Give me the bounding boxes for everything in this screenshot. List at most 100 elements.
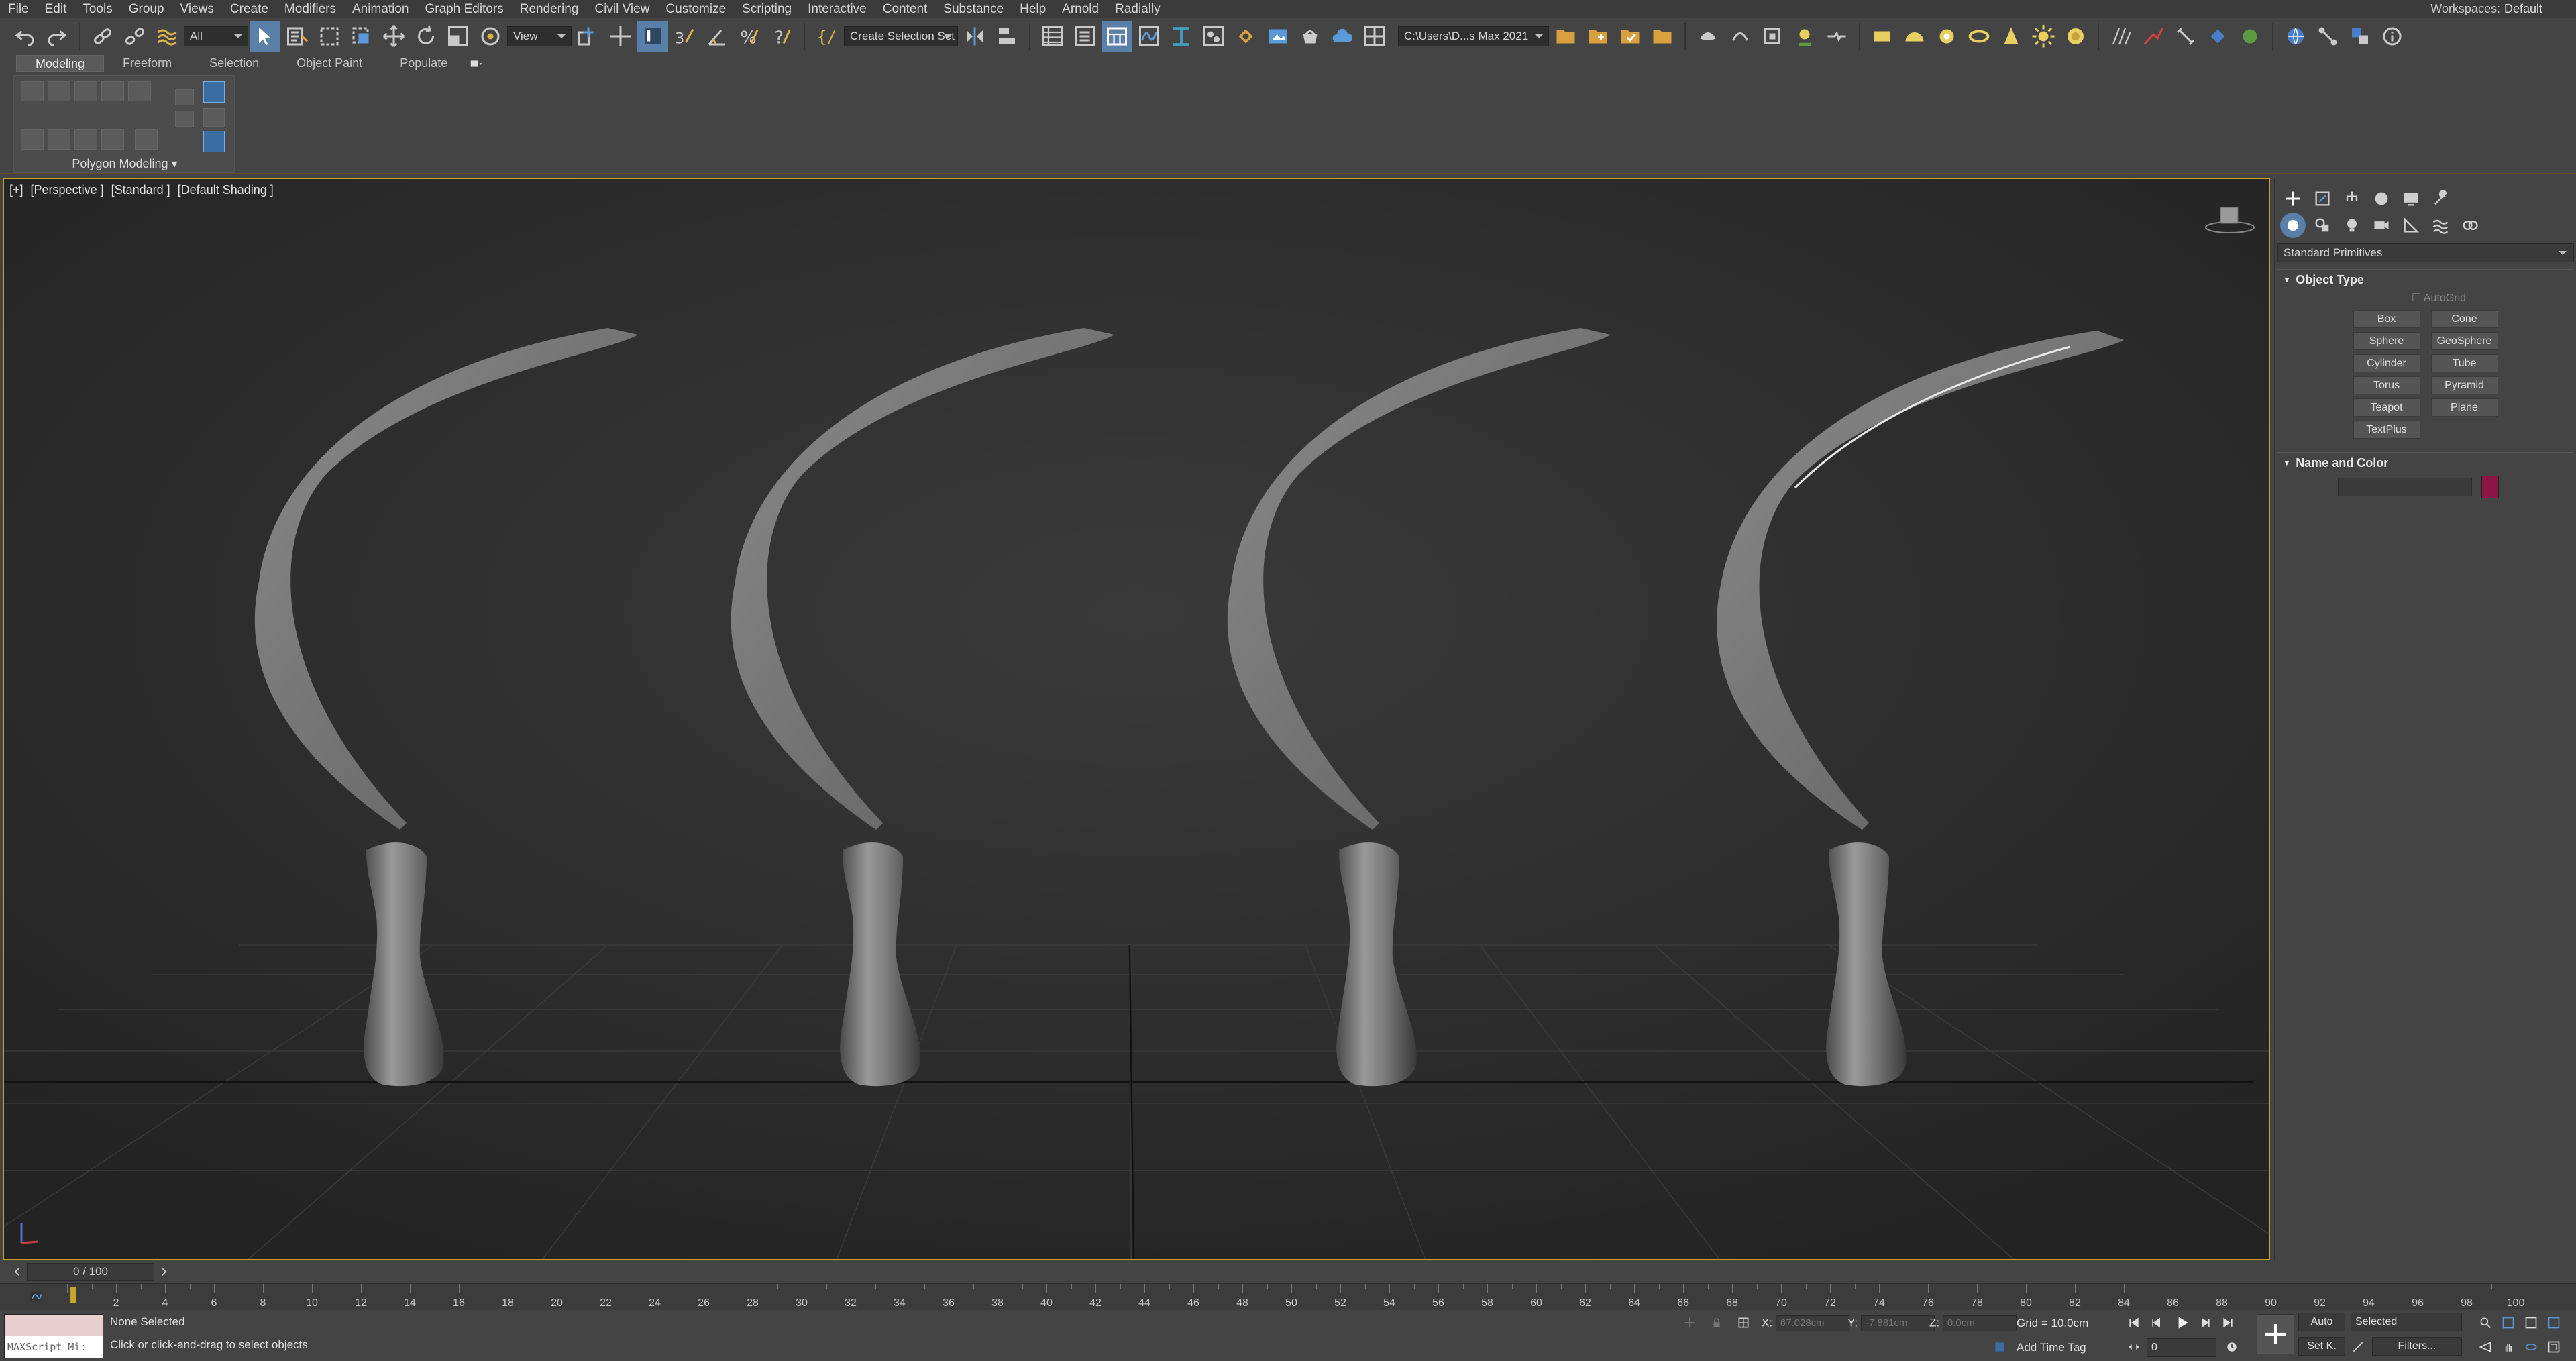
menu-help[interactable]: Help [1012, 0, 1054, 18]
border-subobject-button[interactable] [74, 81, 97, 101]
select-manipulate-icon[interactable] [605, 21, 636, 52]
menu-create[interactable]: Create [222, 0, 276, 18]
pivot-center-icon[interactable] [573, 21, 604, 52]
maxscript-output[interactable] [5, 1315, 103, 1336]
bind-space-warp-icon[interactable] [152, 21, 182, 52]
time-slider-thumb[interactable]: 0 / 100 [27, 1263, 154, 1281]
current-frame-field[interactable]: 0 [2147, 1338, 2216, 1357]
zoom-all-icon[interactable] [2498, 1313, 2518, 1333]
x-coordinate-field[interactable]: 67.028cm [1775, 1315, 1849, 1331]
textplus-button[interactable]: TextPlus [2353, 421, 2420, 439]
absolute-mode-icon[interactable] [1733, 1313, 1754, 1333]
display-tab-icon[interactable] [2398, 186, 2424, 211]
render-production-icon[interactable] [1295, 21, 1326, 52]
move-icon[interactable] [378, 21, 409, 52]
fracture-tool-icon[interactable] [2138, 21, 2169, 52]
set-key-icon[interactable] [2257, 1314, 2294, 1354]
bone-tool-icon[interactable] [2170, 21, 2201, 52]
previous-frame-icon[interactable] [2147, 1313, 2167, 1333]
edge-subobject-button[interactable] [48, 81, 70, 101]
viewport-pov-label[interactable]: [Perspective ] [31, 183, 104, 197]
menu-rendering[interactable]: Rendering [512, 0, 587, 18]
collapse-stack-button[interactable] [203, 108, 225, 127]
menu-edit[interactable]: Edit [37, 0, 75, 18]
nurms-toggle-button[interactable] [135, 129, 158, 150]
arnold-skydome-icon[interactable] [1899, 21, 1930, 52]
menu-file[interactable]: File [0, 0, 37, 18]
shapes-category-icon[interactable] [2310, 213, 2335, 238]
menu-arnold[interactable]: Arnold [1054, 0, 1107, 18]
spinner-snap-icon[interactable]: ? [766, 21, 797, 52]
y-coordinate-field[interactable]: -7.881cm [1860, 1315, 1935, 1331]
object-name-field[interactable] [2338, 478, 2472, 496]
open-mini-curve-editor-icon[interactable] [23, 1287, 50, 1307]
select-by-name-icon[interactable] [282, 21, 313, 52]
pyramid-button[interactable]: Pyramid [2430, 376, 2498, 394]
toggle-ribbon-icon[interactable] [1102, 21, 1132, 52]
element-subobject-button[interactable] [128, 81, 151, 101]
create-tab-icon[interactable] [2280, 186, 2306, 211]
arnold-disc-light-icon[interactable] [1964, 21, 1994, 52]
helpers-category-icon[interactable] [2398, 213, 2424, 238]
snaps-toggle-icon[interactable]: 3 [669, 21, 700, 52]
go-to-start-icon[interactable] [2124, 1313, 2144, 1333]
menu-group[interactable]: Group [121, 0, 172, 18]
time-tag-icon[interactable] [1990, 1337, 2010, 1357]
arnold-spot-light-icon[interactable] [1996, 21, 2027, 52]
render-frame-grid-icon[interactable] [1359, 21, 1390, 52]
zoom-icon[interactable] [2475, 1313, 2496, 1333]
menu-scripting[interactable]: Scripting [734, 0, 800, 18]
primitive-category-dropdown[interactable]: Standard Primitives [2277, 243, 2574, 262]
autogrid-checkbox[interactable]: ☐ AutoGrid [2277, 290, 2573, 307]
render-in-cloud-icon[interactable] [1327, 21, 1358, 52]
project-open-icon[interactable] [1550, 21, 1581, 52]
percent-snap-icon[interactable]: % [734, 21, 765, 52]
arnold-operator-icon[interactable] [1821, 21, 1852, 52]
scene-explorer-icon[interactable] [1037, 21, 1068, 52]
arnold-shelf-icon[interactable] [1757, 21, 1788, 52]
radially-menu-icon[interactable] [2106, 21, 2137, 52]
layers-icon[interactable] [2345, 21, 2375, 52]
link-icon[interactable] [87, 21, 118, 52]
info-icon[interactable] [2377, 21, 2408, 52]
project-set-icon[interactable] [1615, 21, 1646, 52]
menu-content[interactable]: Content [875, 0, 936, 18]
place-icon[interactable] [475, 21, 506, 52]
material-editor-icon[interactable] [1198, 21, 1229, 52]
plugin-tool-icon[interactable] [2235, 21, 2265, 52]
quickslice-button[interactable] [74, 129, 97, 150]
cylinder-button[interactable]: Cylinder [2353, 354, 2420, 372]
time-slider-prev-icon[interactable] [9, 1263, 25, 1281]
geometry-category-icon[interactable] [2280, 213, 2306, 238]
rectangular-selection-icon[interactable] [314, 21, 345, 52]
project-folder-dropdown[interactable]: C:\Users\D...s Max 2021 [1398, 26, 1549, 46]
selection-lock-icon[interactable] [1707, 1313, 1727, 1333]
node-icon[interactable] [2312, 21, 2343, 52]
orbit-icon[interactable] [2521, 1337, 2541, 1357]
play-icon[interactable] [2171, 1311, 2194, 1334]
tab-freeform[interactable]: Freeform [104, 55, 191, 72]
arnold-sun-light-icon[interactable] [2028, 21, 2059, 52]
maxscript-mini-listener[interactable]: MAXScript Mi: [5, 1336, 103, 1358]
add-time-tag[interactable]: Add Time Tag [2017, 1341, 2086, 1354]
unlink-icon[interactable] [119, 21, 150, 52]
curve-editor-icon[interactable] [1134, 21, 1165, 52]
isolate-selection-icon[interactable] [1680, 1313, 1700, 1333]
selection-filter-dropdown[interactable]: All [184, 26, 248, 46]
zoom-extents-icon[interactable] [2521, 1313, 2541, 1333]
world-icon[interactable] [2280, 21, 2311, 52]
keyboard-shortcut-override-icon[interactable] [637, 21, 668, 52]
auto-key-button[interactable]: Auto [2298, 1313, 2345, 1331]
edit-named-selection-icon[interactable]: {/ [812, 21, 843, 52]
menu-tools[interactable]: Tools [74, 0, 120, 18]
align-icon[interactable] [991, 21, 1022, 52]
menu-substance[interactable]: Substance [935, 0, 1012, 18]
tab-modeling[interactable]: Modeling [16, 55, 105, 72]
torus-button[interactable]: Torus [2353, 376, 2420, 394]
perspective-viewport[interactable]: [+] [Perspective ] [Standard ] [Default … [3, 178, 2270, 1260]
cameras-category-icon[interactable] [2369, 213, 2394, 238]
project-recent-icon[interactable] [1647, 21, 1678, 52]
layer-explorer-icon[interactable] [1069, 21, 1100, 52]
undo-icon[interactable] [9, 21, 40, 52]
tube-button[interactable]: Tube [2430, 354, 2498, 372]
